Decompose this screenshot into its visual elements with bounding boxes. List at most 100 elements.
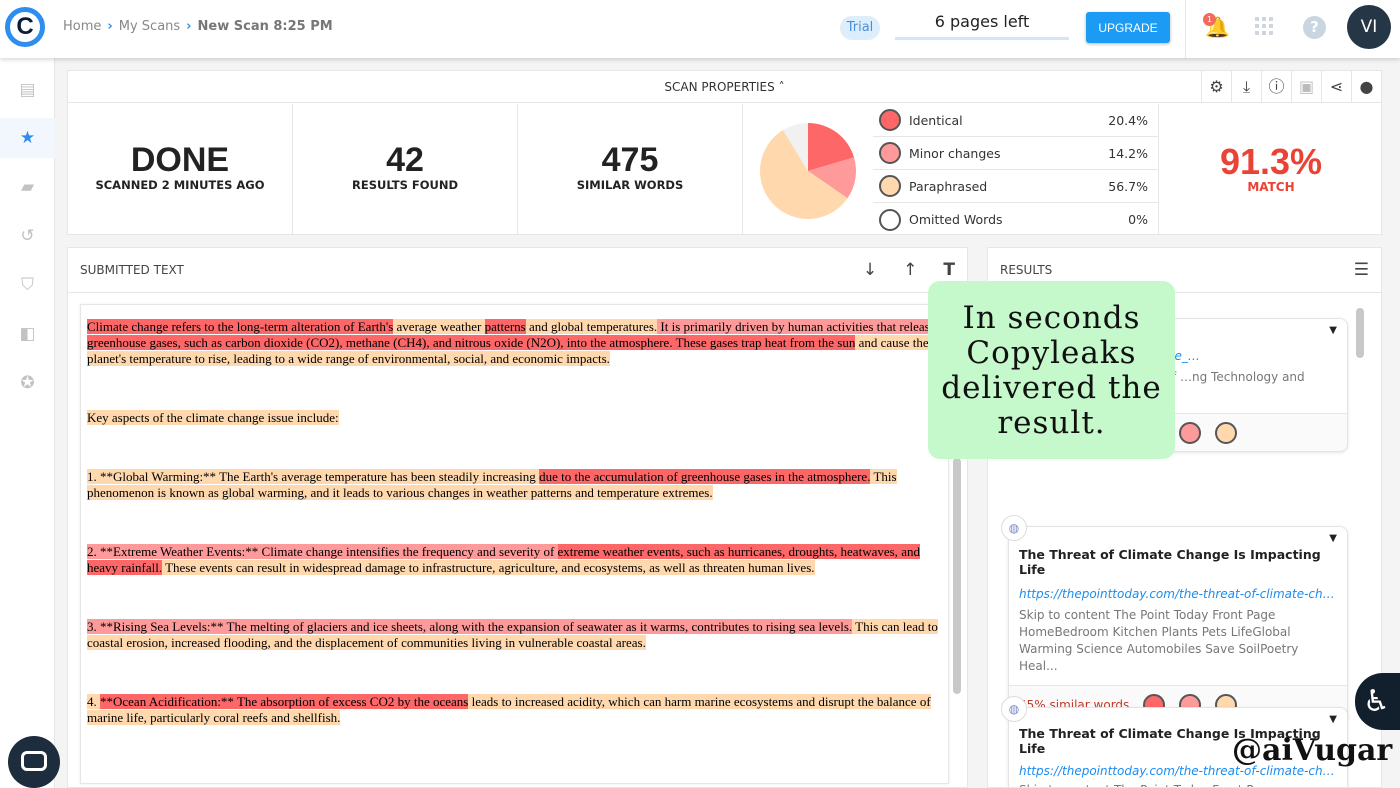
similar-cell: 475 SIMILAR WORDS (518, 104, 743, 235)
match-pie-chart (760, 123, 856, 219)
result-description: Skip to content The Point Today Front Pa… (1019, 608, 1299, 673)
minor-change-highlight[interactable]: 2. **Extreme Weather Events:** Climate c… (87, 544, 558, 559)
paraphrased-highlight[interactable]: average weather (393, 319, 485, 334)
compass-icon[interactable]: ✪ (0, 363, 55, 403)
arrow-down-icon[interactable]: ↓ (863, 248, 877, 293)
share-icon[interactable]: ⋖ (1321, 71, 1351, 103)
identical-highlight[interactable]: extreme weather events, such as hurrican… (557, 544, 898, 559)
breadcrumb: Home › My Scans › New Scan 8:25 PM (63, 19, 333, 34)
results-value: 42 (386, 141, 424, 179)
legend-item: Omitted Words 0% (873, 203, 1158, 236)
results-title: RESULTS (1000, 263, 1053, 277)
history-icon[interactable]: ↺ (0, 216, 55, 256)
paraphrased-highlight[interactable]: These events can result in widespread da… (162, 560, 815, 575)
legend-swatch (879, 208, 901, 231)
result-card[interactable]: ◍ ▼ The Threat of Climate Change Is Impac… (1001, 515, 1348, 724)
breadcrumb-current: New Scan 8:25 PM (197, 19, 333, 34)
filter-icon[interactable]: ☰ (1354, 248, 1369, 293)
paraphrased-highlight[interactable]: 1. **Global Warming:** The Earth's avera… (87, 469, 540, 484)
new-file-icon[interactable]: ▤ (0, 70, 55, 110)
legend-label: Omitted Words (909, 212, 1003, 227)
submitted-text-panel: SUBMITTED TEXT ↓ ↑ T Climate change refers… (67, 247, 968, 788)
legend-value: 0% (1128, 212, 1148, 227)
submitted-text-title: SUBMITTED TEXT (80, 263, 184, 277)
minor-filter[interactable] (1179, 421, 1202, 444)
status-value: DONE (130, 141, 230, 179)
legend-swatch (879, 175, 901, 197)
paraphrased-highlight[interactable]: 4. (87, 694, 100, 709)
text-paragraph: 3. **Rising Sea Levels:** The melting of… (87, 619, 942, 651)
text-paragraph: 1. **Global Warming:** The Earth's avera… (87, 469, 942, 501)
identical-highlight[interactable]: Climate change refers to the long-term a… (87, 319, 394, 334)
identical-highlight[interactable]: greenhouse gases, such as carbon dioxide… (87, 335, 673, 350)
match-legend: Identical 20.4% Minor changes 14.2% Paraphra… (873, 104, 1158, 236)
sidebar: ▤ ★ ▰ ↺ ⛉ ◧ ✪ (0, 58, 55, 788)
download-icon[interactable]: ⤓ (1231, 71, 1261, 103)
arrow-up-icon[interactable]: ↑ (903, 248, 917, 293)
similar-value: 475 (601, 141, 659, 179)
paraphrased-highlight[interactable]: Key aspects of the climate change issue … (87, 410, 339, 425)
scan-properties-panel: SCAN PROPERTIES ˄ ⚙ ⤓ ⓘ ▣ ⋖ ● DONE SCANN… (67, 70, 1382, 235)
results-scrollbar[interactable] (1356, 308, 1364, 358)
legend-value: 56.7% (1108, 178, 1148, 194)
settings-icon[interactable]: ⚙ (1201, 71, 1231, 103)
legend-label: Paraphrased (909, 178, 988, 194)
legend-value: 14.2% (1108, 145, 1148, 161)
legend-swatch (879, 109, 901, 131)
text-paragraph: 2. **Extreme Weather Events:** Climate c… (87, 544, 942, 576)
results-label: RESULTS FOUND (351, 178, 459, 192)
apps-grid-icon[interactable] (1255, 17, 1273, 35)
submitted-text-body: Climate change refers to the long-term a… (80, 304, 949, 784)
chat-icon[interactable] (8, 736, 60, 788)
minor-change-highlight[interactable]: It is primarily driven by human activiti… (657, 319, 936, 334)
globe-icon: ◍ (1001, 515, 1027, 541)
copyleaks-logo[interactable]: C (5, 7, 45, 47)
similar-label: SIMILAR WORDS (576, 178, 684, 192)
match-cell: 91.3% MATCH (1158, 104, 1383, 235)
paraphrased-filter[interactable] (1215, 421, 1238, 444)
result-url[interactable]: https://thepointtoday.com/the-threat-of-… (1009, 577, 1347, 601)
report-icon[interactable]: ● (1351, 71, 1381, 103)
shield-icon[interactable]: ⛉ (0, 265, 55, 305)
avatar[interactable]: VI (1347, 5, 1391, 49)
scan-properties-toggle[interactable]: SCAN PROPERTIES ˄ ⚙ ⤓ ⓘ ▣ ⋖ ● (68, 71, 1381, 103)
caret-down-icon[interactable]: ▼ (1329, 533, 1337, 544)
status-cell: DONE SCANNED 2 MINUTES AGO (68, 104, 293, 235)
chevron-right-icon: › (186, 19, 192, 34)
question-icon[interactable]: ⓘ (1261, 71, 1291, 103)
legend-swatch (879, 142, 901, 164)
pages-left: 6 pages left (895, 12, 1069, 40)
watermark: @aiVugar (1232, 733, 1393, 768)
minor-change-highlight[interactable]: 3. **Rising Sea Levels:** The melting of… (87, 619, 853, 634)
breadcrumb-my-scans[interactable]: My Scans (119, 19, 180, 34)
result-title[interactable]: The Threat of Climate Change Is Impactin… (1009, 527, 1347, 577)
shared-folder-icon[interactable]: ▰ (0, 167, 55, 207)
scan-properties-title: SCAN PROPERTIES (664, 80, 775, 94)
rescan-icon[interactable]: ▣ (1291, 71, 1321, 103)
caption-overlay: In seconds Copyleaks delivered the resul… (928, 281, 1175, 459)
results-cell: 42 RESULTS FOUND (293, 104, 518, 235)
identical-highlight[interactable]: **Ocean Acidification:** The absorption … (100, 694, 469, 709)
identical-highlight[interactable]: patterns (484, 319, 526, 334)
text-scrollbar[interactable] (953, 458, 961, 694)
result-description: Skip to content The Point Today Front Pa… (1009, 778, 1347, 787)
match-value: 91.3% (1219, 141, 1323, 182)
help-icon[interactable]: ? (1303, 16, 1326, 39)
text-paragraph: Climate change refers to the long-term a… (87, 319, 942, 367)
chevron-right-icon: › (107, 19, 113, 34)
compare-icon[interactable]: ◧ (0, 314, 55, 354)
legend-item: Paraphrased 56.7% (873, 170, 1158, 203)
match-label: MATCH (1247, 180, 1295, 194)
upgrade-button[interactable]: UPGRADE (1086, 12, 1170, 43)
caret-down-icon[interactable]: ▼ (1329, 714, 1337, 725)
starred-folder-icon[interactable]: ★ (0, 118, 55, 158)
top-header: C Home › My Scans › New Scan 8:25 PM Trial… (0, 0, 1400, 58)
identical-highlight[interactable]: due to the accumulation of greenhouse ga… (539, 469, 871, 484)
globe-icon: ◍ (1001, 696, 1027, 722)
legend-label: Identical (909, 112, 963, 128)
breadcrumb-home[interactable]: Home (63, 19, 101, 34)
caret-down-icon[interactable]: ▼ (1329, 325, 1337, 336)
legend-value: 20.4% (1108, 112, 1148, 128)
paraphrased-highlight[interactable]: and global temperatures. (525, 319, 658, 334)
identical-highlight[interactable]: These gases trap heat from the sun (672, 335, 856, 350)
